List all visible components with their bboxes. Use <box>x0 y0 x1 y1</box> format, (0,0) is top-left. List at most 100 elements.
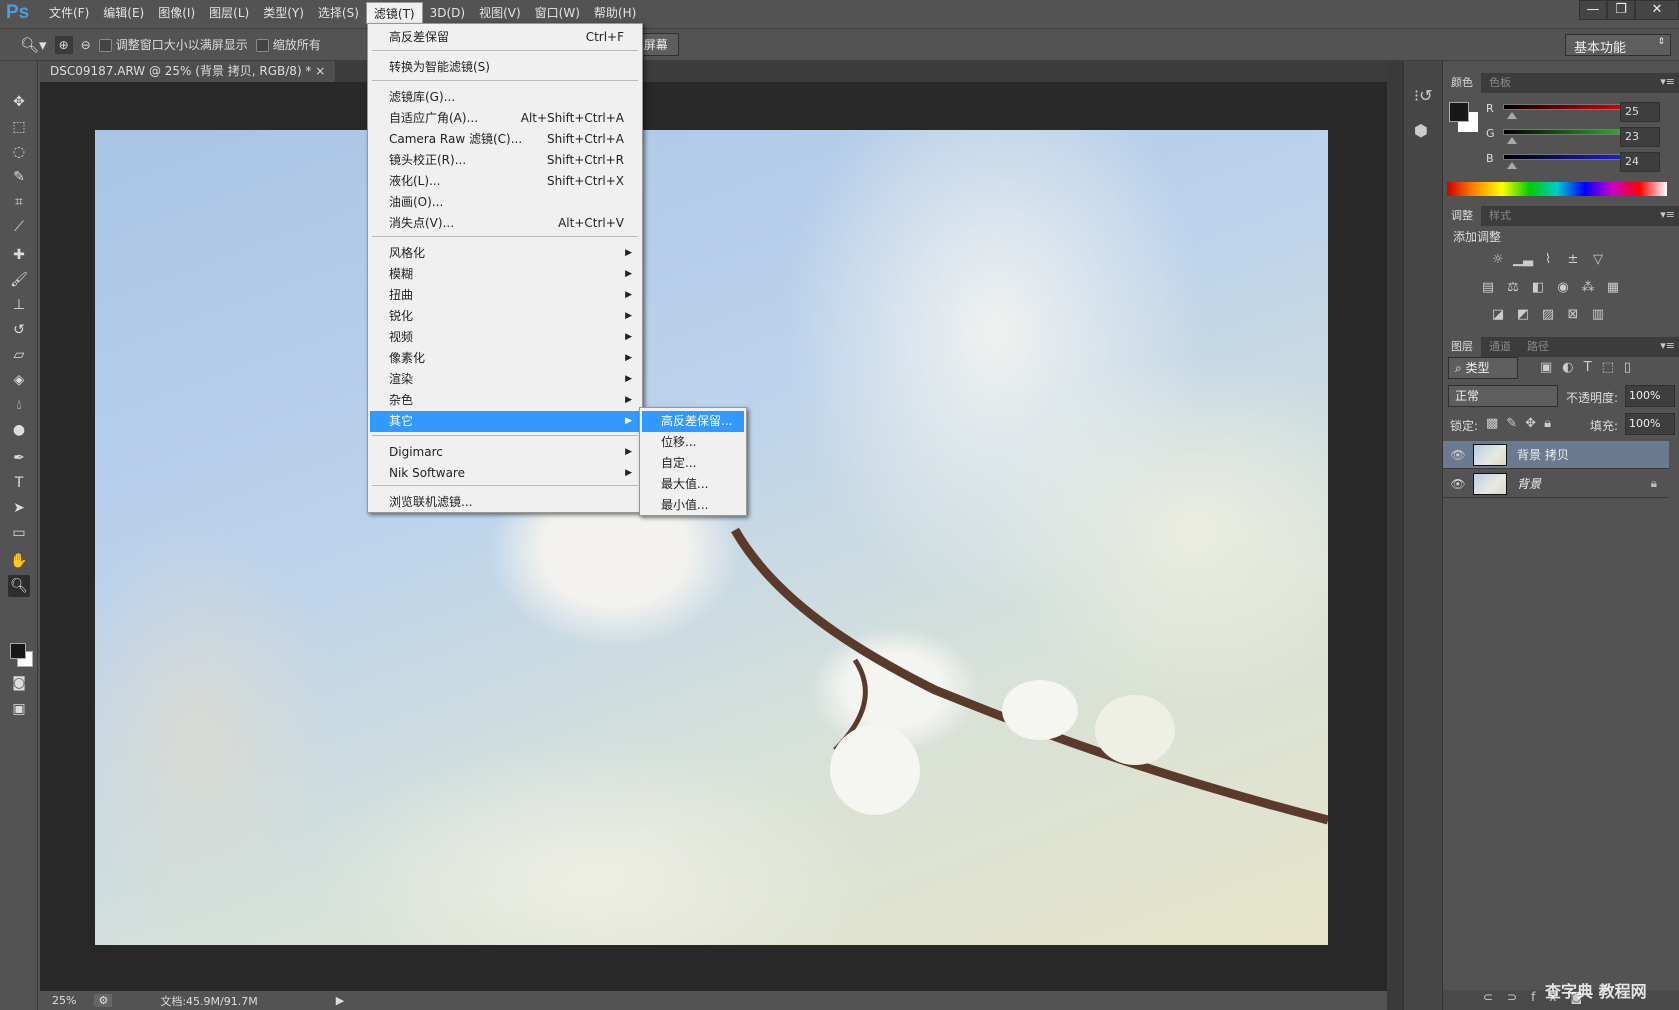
vertical-scrollbar[interactable] <box>1387 61 1403 1010</box>
tab-color[interactable]: 颜色 <box>1443 73 1481 93</box>
menu-help[interactable]: 帮助(H) <box>587 2 643 24</box>
menu-file[interactable]: 文件(F) <box>42 2 96 24</box>
zoom-tool-icon[interactable]: 🔍︎ <box>8 575 30 597</box>
properties-panel-icon[interactable]: ⬢ <box>1414 121 1428 140</box>
menu-window[interactable]: 窗口(W) <box>528 2 587 24</box>
selective-color-icon[interactable]: ▥ <box>1588 307 1608 323</box>
submenu-item[interactable]: 自定... <box>642 453 744 474</box>
vibrance-icon[interactable]: ▽ <box>1588 252 1608 268</box>
menu-item[interactable]: 视频 ▶ <box>370 327 640 348</box>
fill-input[interactable]: 100% <box>1625 413 1675 435</box>
menu-item[interactable]: 浏览联机滤镜... <box>370 492 640 513</box>
workspace-select[interactable]: 基本功能 ⇕ <box>1565 34 1671 56</box>
black-white-icon[interactable]: ◧ <box>1528 280 1548 296</box>
paint-bucket-icon[interactable]: ◈ <box>8 369 30 391</box>
menu-item[interactable]: 滤镜库(G)... <box>370 87 640 108</box>
menu-item[interactable]: 高反差保留 Ctrl+F <box>370 27 640 48</box>
r-slider-thumb[interactable] <box>1507 112 1517 119</box>
menu-item[interactable]: 消失点(V)... Alt+Ctrl+V <box>370 213 640 234</box>
submenu-item[interactable]: 高反差保留... <box>642 411 744 432</box>
photo-filter-icon[interactable]: ◉ <box>1553 280 1573 296</box>
history-panel-icon[interactable]: ⁝↺ <box>1414 86 1433 105</box>
color-balance-icon[interactable]: ⚖ <box>1503 280 1523 296</box>
menu-item[interactable]: 像素化 ▶ <box>370 348 640 369</box>
stamp-tool-icon[interactable]: ⊥ <box>8 294 30 316</box>
layer-filter-icons[interactable]: ▣◐T⬚▯ <box>1540 360 1641 375</box>
menu-item[interactable]: 锐化 ▶ <box>370 306 640 327</box>
crop-tool-icon[interactable]: ⌗ <box>8 191 30 213</box>
color-lookup-icon[interactable]: ▦ <box>1603 280 1623 296</box>
zoom-in-icon[interactable]: ⊕ <box>54 35 73 54</box>
hue-saturation-icon[interactable]: ▤ <box>1478 280 1498 296</box>
color-fg-swatch[interactable] <box>1449 102 1469 122</box>
menu-item[interactable]: 扭曲 ▶ <box>370 285 640 306</box>
quick-mask-icon[interactable]: ◙ <box>8 672 30 694</box>
submenu-item[interactable]: 最大值... <box>642 474 744 495</box>
resize-windows-checkbox[interactable]: 调整窗口大小以满屏显示 <box>98 36 248 53</box>
menu-item[interactable]: Digimarc ▶ <box>370 442 640 463</box>
lock-icons[interactable]: ▩✎✥🔒︎ <box>1486 416 1559 431</box>
document-tab[interactable]: DSC09187.ARW @ 25% (背景 拷贝, RGB/8) * × <box>40 61 336 82</box>
screen-mode-icon[interactable]: ▣ <box>8 698 30 720</box>
close-button[interactable]: ✕ <box>1635 0 1679 20</box>
close-tab-icon[interactable]: × <box>315 64 325 78</box>
b-value[interactable]: 24 <box>1620 152 1660 172</box>
layer-row[interactable]: 👁︎ 背景 拷贝 <box>1443 441 1669 469</box>
history-brush-icon[interactable]: ↺ <box>8 319 30 341</box>
threshold-icon[interactable]: ▨ <box>1538 307 1558 323</box>
tab-paths[interactable]: 路径 <box>1519 337 1557 357</box>
menu-item[interactable]: 油画(O)... <box>370 192 640 213</box>
menu-item[interactable]: 杂色 ▶ <box>370 390 640 411</box>
zoom-tool-icon[interactable]: 🔍︎▾ <box>20 36 47 54</box>
zoom-out-icon[interactable]: ⊖ <box>81 38 91 52</box>
tab-layers[interactable]: 图层 <box>1443 337 1481 357</box>
panel-menu-icon[interactable]: ▾≡ <box>1660 75 1675 88</box>
blend-mode-select[interactable]: 正常 <box>1448 385 1558 407</box>
dodge-tool-icon[interactable]: ● <box>8 419 30 441</box>
menu-item[interactable]: 模糊 ▶ <box>370 264 640 285</box>
layer-row[interactable]: 👁︎ 背景 🔒︎ <box>1443 470 1669 498</box>
tab-channels[interactable]: 通道 <box>1481 337 1519 357</box>
pen-tool-icon[interactable]: ✒ <box>8 447 30 469</box>
rectangle-tool-icon[interactable]: ▭ <box>8 522 30 544</box>
gradient-map-icon[interactable]: ⊠ <box>1563 307 1583 323</box>
type-tool-icon[interactable]: T <box>8 472 30 494</box>
panel-menu-icon[interactable]: ▾≡ <box>1660 339 1675 352</box>
move-tool-icon[interactable]: ✥ <box>8 91 30 113</box>
zoom-level[interactable]: 25% <box>52 994 76 1007</box>
menu-item[interactable]: 自适应广角(A)... Alt+Shift+Ctrl+A <box>370 108 640 129</box>
menu-item[interactable]: 其它 ▶ <box>370 411 640 432</box>
healing-brush-icon[interactable]: ✚ <box>8 244 30 266</box>
levels-icon[interactable]: ▁▃ <box>1513 252 1533 268</box>
lasso-tool-icon[interactable]: ◌ <box>8 141 30 163</box>
menu-3d[interactable]: 3D(D) <box>423 2 472 24</box>
exposure-icon[interactable]: ± <box>1563 252 1583 268</box>
layer-filter-select[interactable]: ⌕ 类型 <box>1448 357 1518 379</box>
brightness-icon[interactable]: ☼ <box>1488 252 1508 268</box>
menu-image[interactable]: 图像(I) <box>151 2 202 24</box>
menu-filter[interactable]: 滤镜(T) <box>365 1 423 24</box>
path-select-icon[interactable]: ➤ <box>8 497 30 519</box>
menu-edit[interactable]: 编辑(E) <box>96 2 151 24</box>
restore-button[interactable]: ❐ <box>1607 0 1635 20</box>
menu-layer[interactable]: 图层(L) <box>202 2 256 24</box>
b-slider-thumb[interactable] <box>1507 162 1517 169</box>
menu-item[interactable]: Camera Raw 滤镜(C)... Shift+Ctrl+A <box>370 129 640 150</box>
menu-type[interactable]: 类型(Y) <box>256 2 311 24</box>
tab-styles[interactable]: 样式 <box>1481 206 1519 226</box>
eraser-tool-icon[interactable]: ▱ <box>8 344 30 366</box>
channel-mixer-icon[interactable]: ⁂ <box>1578 280 1598 296</box>
eyedropper-tool-icon[interactable]: ⟋ <box>8 216 30 238</box>
brush-tool-icon[interactable]: 🖌︎ <box>8 269 30 291</box>
foreground-color-swatch[interactable] <box>10 643 26 659</box>
color-spectrum[interactable] <box>1447 182 1667 196</box>
posterize-icon[interactable]: ◩ <box>1513 307 1533 323</box>
zoom-all-checkbox[interactable]: 缩放所有 <box>255 36 321 53</box>
menu-item[interactable]: 镜头校正(R)... Shift+Ctrl+R <box>370 150 640 171</box>
submenu-item[interactable]: 最小值... <box>642 495 744 516</box>
eye-icon[interactable]: 👁︎ <box>1443 477 1473 491</box>
g-slider-thumb[interactable] <box>1507 137 1517 144</box>
tab-adjustments[interactable]: 调整 <box>1443 206 1481 226</box>
document-image[interactable] <box>95 130 1328 945</box>
menu-item[interactable]: 渲染 ▶ <box>370 369 640 390</box>
